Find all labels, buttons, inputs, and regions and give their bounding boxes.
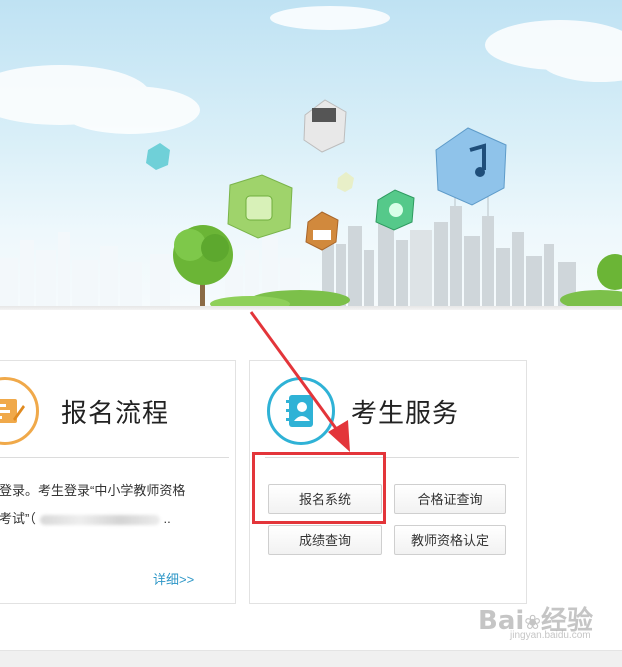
- header-banner: [0, 0, 622, 308]
- description-line: 登录。考生登录“中小学教师资格: [0, 483, 186, 498]
- certificate-query-button[interactable]: 合格证查询: [394, 484, 506, 514]
- description-text: 考试”（: [0, 511, 36, 526]
- banner-shadow: [0, 306, 622, 310]
- certificate-icon: [0, 377, 39, 445]
- panel-title: 报名流程: [61, 399, 170, 429]
- annotation-highlight-box: [252, 452, 386, 524]
- score-query-button[interactable]: 成绩查询: [268, 525, 382, 555]
- panel-title: 考生服务: [351, 399, 460, 429]
- divider: [0, 457, 229, 458]
- teacher-certification-button[interactable]: 教师资格认定: [394, 525, 506, 555]
- details-link[interactable]: 详细>>: [153, 569, 194, 588]
- watermark-url: jingyan.baidu.com: [510, 630, 591, 641]
- description-line: 考试”（ ..: [0, 505, 229, 533]
- bottom-bar: [0, 650, 622, 667]
- banner-illustration: [0, 6, 622, 308]
- registration-process-panel: 报名流程 登录。考生登录“中小学教师资格 考试”（ .. 详细>>: [0, 360, 236, 604]
- blurred-url: [39, 514, 160, 525]
- process-description: 登录。考生登录“中小学教师资格 考试”（ ..: [0, 477, 229, 533]
- description-ellipsis: ..: [163, 511, 171, 526]
- address-book-icon: [267, 377, 335, 445]
